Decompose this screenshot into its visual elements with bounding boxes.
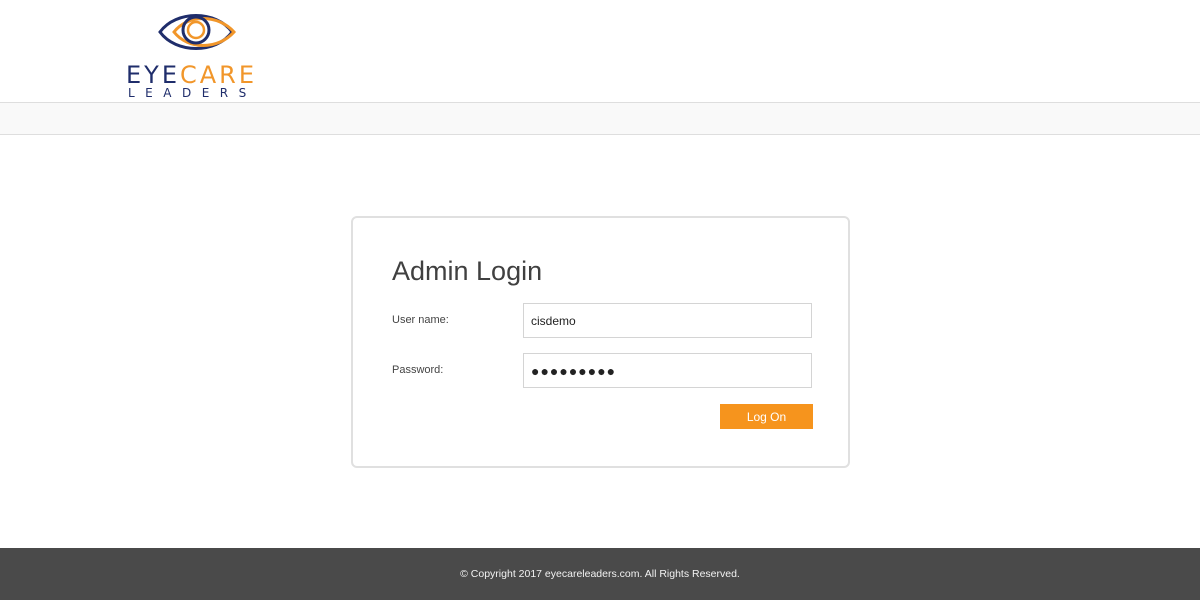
page: EYECARE LEADERS Admin Login User name: c… <box>0 0 1200 600</box>
nav-bar <box>0 102 1200 135</box>
password-label: Password: <box>392 364 444 376</box>
brand-logo[interactable]: EYECARE LEADERS <box>126 8 266 99</box>
brand-word-care: CARE <box>180 61 258 89</box>
brand-word-eye: EYE <box>126 61 180 89</box>
copyright-text: © Copyright 2017 eyecareleaders.com. All… <box>460 568 740 580</box>
username-label: User name: <box>392 314 449 326</box>
brand-wordmark: EYECARE <box>126 63 257 87</box>
username-field[interactable]: cisdemo <box>523 303 812 338</box>
page-title: Admin Login <box>392 256 543 286</box>
footer: © Copyright 2017 eyecareleaders.com. All… <box>0 548 1200 600</box>
eye-icon <box>158 14 236 50</box>
brand-word-leaders: LEADERS <box>128 86 257 100</box>
log-on-button[interactable]: Log On <box>720 404 813 429</box>
header: EYECARE LEADERS <box>0 0 1200 102</box>
password-field[interactable]: ●●●●●●●●● <box>523 353 812 388</box>
login-card: Admin Login User name: cisdemo Password:… <box>351 216 850 468</box>
